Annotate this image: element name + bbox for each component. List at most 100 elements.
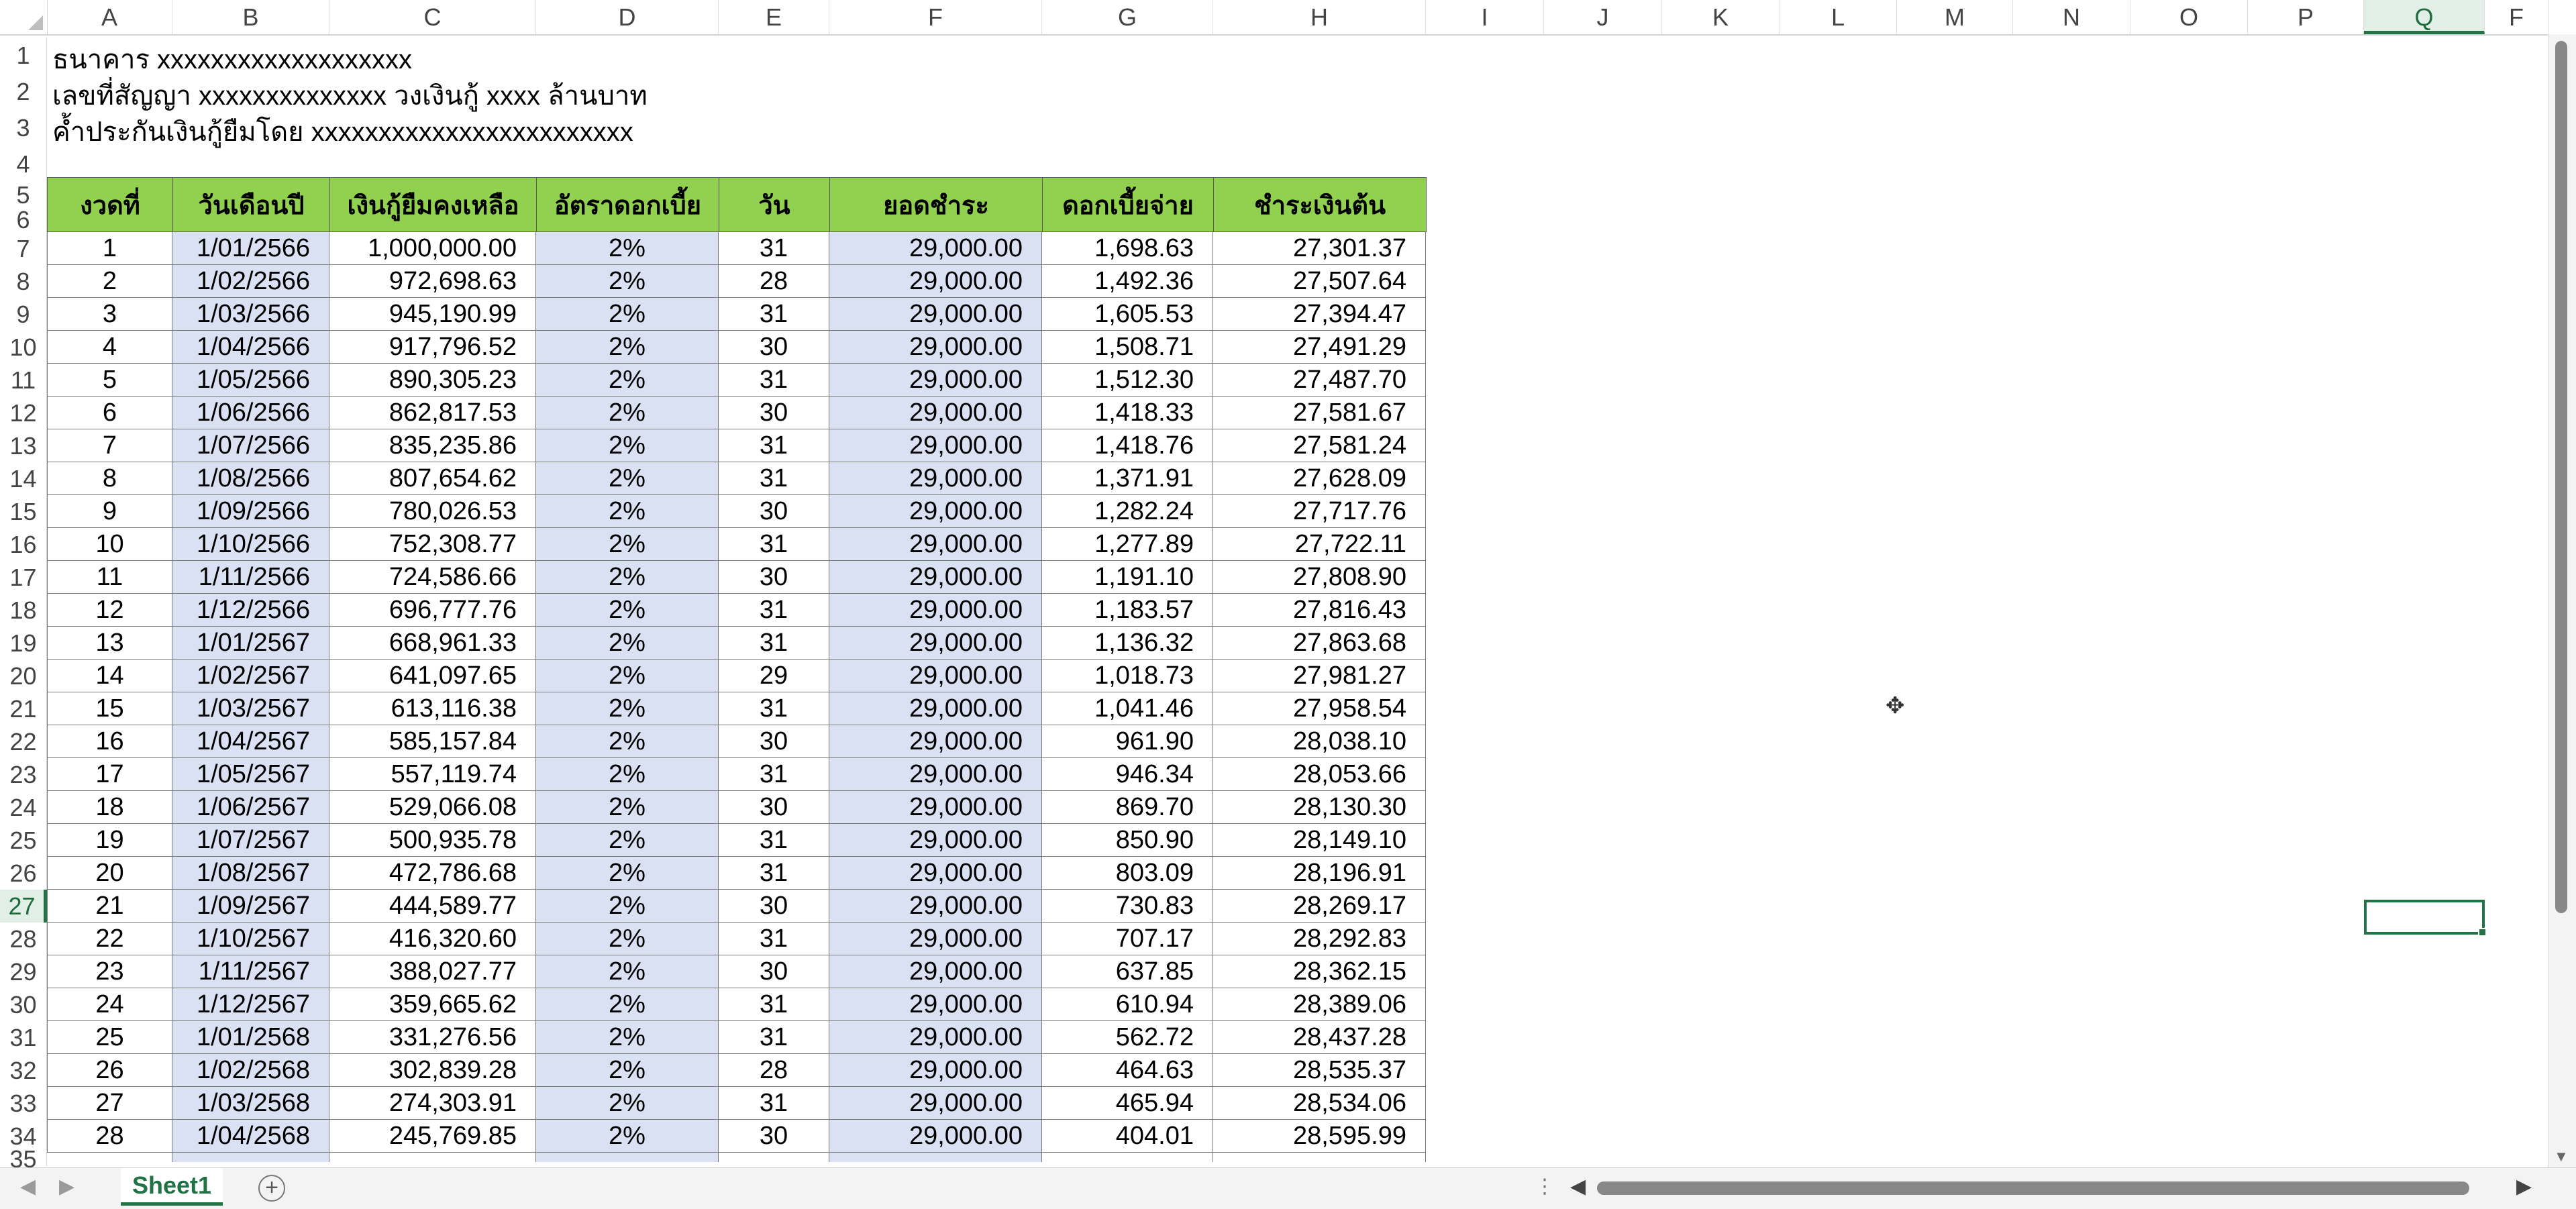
table-cell[interactable]: 1/04/2568: [172, 1120, 329, 1153]
table-cell[interactable]: 274,303.91: [329, 1087, 536, 1120]
table-cell[interactable]: 388,027.77: [329, 955, 536, 988]
table-cell[interactable]: 27,487.70: [1213, 364, 1426, 397]
row-header-20[interactable]: 20: [0, 660, 47, 692]
table-cell[interactable]: 2%: [536, 725, 719, 758]
table-cell[interactable]: 890,305.23: [329, 364, 536, 397]
table-cell[interactable]: 724,586.66: [329, 561, 536, 594]
table-cell[interactable]: 2%: [536, 1054, 719, 1087]
column-header-c[interactable]: C: [329, 0, 536, 34]
table-cell[interactable]: 30: [719, 331, 829, 364]
table-cell[interactable]: 17: [47, 758, 172, 791]
table-cell[interactable]: 2%: [536, 331, 719, 364]
table-cell[interactable]: 780,026.53: [329, 495, 536, 528]
table-cell[interactable]: 27,863.68: [1213, 627, 1426, 660]
table-cell[interactable]: 730.83: [1042, 890, 1213, 923]
table-cell[interactable]: 27,717.76: [1213, 495, 1426, 528]
table-cell[interactable]: 1/11/2567: [172, 955, 329, 988]
column-header-bar[interactable]: ABCDEFGHIJKLMNOPQF: [0, 0, 2548, 36]
table-cell[interactable]: 1,041.46: [1042, 692, 1213, 725]
table-cell[interactable]: 29,000.00: [829, 890, 1042, 923]
table-cell[interactable]: 707.17: [1042, 923, 1213, 955]
table-cell[interactable]: 28,130.30: [1213, 791, 1426, 824]
table-cell[interactable]: 4: [47, 331, 172, 364]
table-cell[interactable]: 8: [47, 462, 172, 495]
table-cell[interactable]: 28,038.10: [1213, 725, 1426, 758]
table-cell[interactable]: 557,119.74: [329, 758, 536, 791]
table-cell[interactable]: 2%: [536, 429, 719, 462]
table-cell[interactable]: 29,000.00: [829, 758, 1042, 791]
table-cell[interactable]: 1/06/2567: [172, 791, 329, 824]
row-header-4[interactable]: 4: [0, 146, 47, 182]
table-cell[interactable]: 29,000.00: [829, 232, 1042, 265]
table-cell[interactable]: 31: [719, 232, 829, 265]
vertical-scroll-thumb[interactable]: [2555, 41, 2567, 913]
table-cell[interactable]: 1/01/2568: [172, 1021, 329, 1054]
row-header-28[interactable]: 28: [0, 923, 47, 955]
table-cell[interactable]: 585,157.84: [329, 725, 536, 758]
table-cell[interactable]: 696,777.76: [329, 594, 536, 627]
table-cell[interactable]: 1/09/2567: [172, 890, 329, 923]
table-cell[interactable]: 6: [47, 397, 172, 429]
table-cell[interactable]: 869.70: [1042, 791, 1213, 824]
table-cell[interactable]: 15: [47, 692, 172, 725]
table-cell[interactable]: 31: [719, 364, 829, 397]
table-cell[interactable]: 21: [47, 890, 172, 923]
table-cell[interactable]: 27,301.37: [1213, 232, 1426, 265]
tab-splitter-handle[interactable]: ⋮: [1535, 1175, 1555, 1198]
row-header-31[interactable]: 31: [0, 1021, 47, 1054]
table-cell[interactable]: 1/06/2566: [172, 397, 329, 429]
table-cell[interactable]: 31: [719, 1087, 829, 1120]
table-cell[interactable]: 27,581.67: [1213, 397, 1426, 429]
table-cell[interactable]: 610.94: [1042, 988, 1213, 1021]
row-header-18[interactable]: 18: [0, 594, 47, 627]
table-cell[interactable]: 472,786.68: [329, 857, 536, 890]
row-header-22[interactable]: 22: [0, 725, 47, 758]
plus-circle-icon[interactable]: +: [258, 1175, 285, 1202]
table-cell[interactable]: 1,418.33: [1042, 397, 1213, 429]
table-cell[interactable]: 1/07/2566: [172, 429, 329, 462]
table-cell[interactable]: 29,000.00: [829, 988, 1042, 1021]
table-cell[interactable]: 1,282.24: [1042, 495, 1213, 528]
row-header-21[interactable]: 21: [0, 692, 47, 725]
row-header-25[interactable]: 25: [0, 824, 47, 857]
table-cell[interactable]: 668,961.33: [329, 627, 536, 660]
row-header-11[interactable]: 11: [0, 364, 47, 397]
triangle-right-icon[interactable]: ▶: [59, 1175, 74, 1198]
table-cell[interactable]: 29,000.00: [829, 528, 1042, 561]
active-cell-selection[interactable]: [2364, 900, 2487, 937]
table-cell[interactable]: 29,000.00: [829, 397, 1042, 429]
table-cell[interactable]: 30: [719, 955, 829, 988]
table-cell[interactable]: 637.85: [1042, 955, 1213, 988]
table-cell[interactable]: 9: [47, 495, 172, 528]
table-cell[interactable]: 31: [719, 923, 829, 955]
table-cell[interactable]: 30: [719, 725, 829, 758]
row-header-35[interactable]: 35: [0, 1147, 47, 1167]
table-cell[interactable]: 27,958.54: [1213, 692, 1426, 725]
table-cell[interactable]: 1,371.91: [1042, 462, 1213, 495]
table-cell[interactable]: 29,000.00: [829, 331, 1042, 364]
table-cell[interactable]: 1,000,000.00: [329, 232, 536, 265]
table-cell[interactable]: 1,136.32: [1042, 627, 1213, 660]
triangle-right-icon[interactable]: ▶: [2516, 1175, 2532, 1198]
column-header-f[interactable]: F: [2485, 0, 2548, 34]
horizontal-scroll-thumb[interactable]: [1597, 1181, 2469, 1195]
table-cell[interactable]: 1/05/2566: [172, 364, 329, 397]
table-cell[interactable]: 1/01/2566: [172, 232, 329, 265]
table-cell[interactable]: 10: [47, 528, 172, 561]
table-cell[interactable]: 29,000.00: [829, 955, 1042, 988]
table-cell[interactable]: 30: [719, 1120, 829, 1153]
table-cell[interactable]: 27,722.11: [1213, 528, 1426, 561]
table-cell[interactable]: 2%: [536, 791, 719, 824]
table-cell[interactable]: 416,320.60: [329, 923, 536, 955]
table-cell[interactable]: 1: [47, 232, 172, 265]
triangle-down-icon[interactable]: ▼: [2554, 1148, 2569, 1165]
table-cell[interactable]: 359,665.62: [329, 988, 536, 1021]
table-cell[interactable]: 1,018.73: [1042, 660, 1213, 692]
table-cell[interactable]: 444,589.77: [329, 890, 536, 923]
table-cell[interactable]: 29,000.00: [829, 429, 1042, 462]
table-cell[interactable]: 16: [47, 725, 172, 758]
table-cell[interactable]: 1/04/2567: [172, 725, 329, 758]
table-cell[interactable]: 2%: [536, 660, 719, 692]
table-cell[interactable]: 22: [47, 923, 172, 955]
select-all-corner[interactable]: [0, 0, 48, 34]
